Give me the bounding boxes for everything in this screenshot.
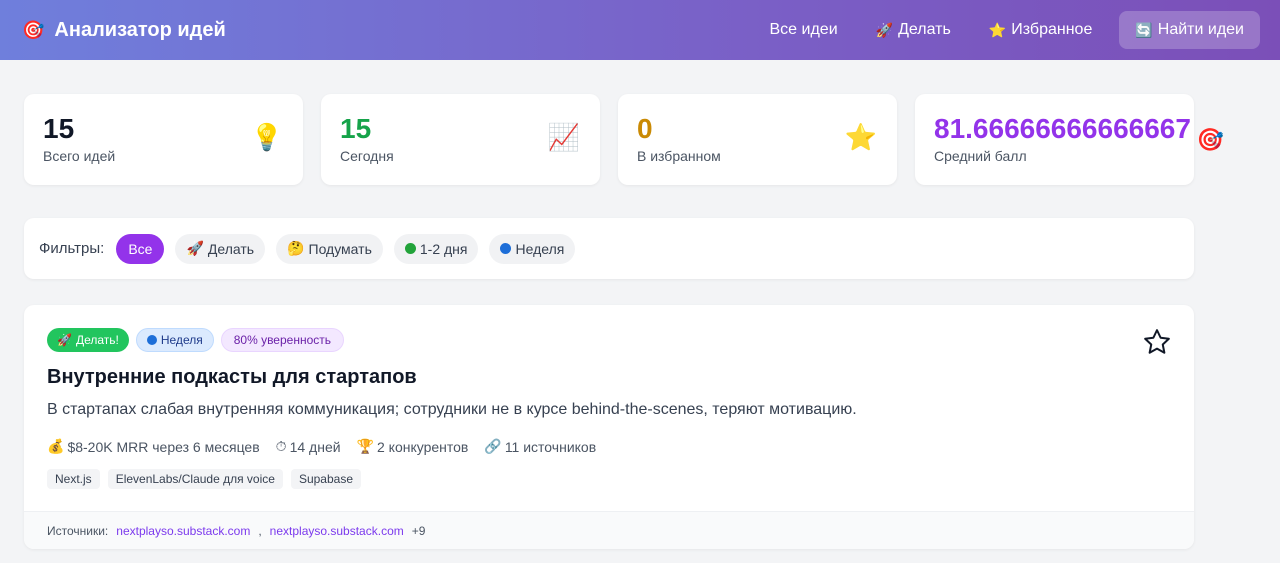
more-sources-count[interactable]: +9 — [412, 524, 426, 538]
nav-label: Избранное — [1011, 21, 1093, 38]
timer-icon: ⏱ — [275, 438, 287, 454]
nav-all-ideas[interactable]: Все идеи — [751, 11, 857, 49]
nav-label: Делать — [898, 21, 951, 38]
tag-label: 80% уверенность — [233, 333, 332, 347]
metric-label: 11 источников — [504, 438, 597, 455]
target-icon: 🎯 — [1196, 127, 1224, 152]
nav-label: Все идеи — [769, 21, 838, 38]
chip-label: Делать — [207, 240, 255, 257]
chip-label: 1-2 дня — [419, 240, 468, 257]
stat-average-score: 81.66666666666667 Средний балл 🎯 — [915, 94, 1224, 185]
find-ideas-button[interactable]: 🔄 Найти идеи — [1119, 11, 1260, 49]
stat-favorites: 0 В избранном ⭐ — [618, 94, 897, 185]
stat-label: Сегодня — [340, 148, 394, 164]
blue-dot-icon — [146, 335, 157, 345]
filter-all[interactable]: Все — [116, 233, 165, 264]
filter-do[interactable]: 🚀 Делать — [175, 233, 266, 264]
tech-badge: ElevenLabs/Claude для voice — [107, 469, 283, 489]
link-icon: 🔗 — [484, 438, 502, 454]
tag-week: Неделя — [135, 328, 214, 352]
rocket-icon: 🚀 — [57, 333, 72, 347]
filter-week[interactable]: Неделя — [489, 233, 576, 264]
chart-up-icon: 📈 — [547, 122, 580, 152]
stats-row: 15 Всего идей 💡 15 Сегодня 📈 0 В избранн… — [24, 94, 1224, 185]
source-link[interactable]: nextplayso.substack.com — [116, 524, 250, 538]
app-title: Анализатор идей — [54, 18, 226, 41]
main-nav: Все идеи 🚀 Делать ⭐ Избранное 🔄 Найти ид… — [751, 11, 1260, 49]
refresh-icon: 🔄 — [1135, 21, 1153, 38]
tech-badge: Supabase — [290, 469, 361, 489]
app-header: 🎯 Анализатор идей Все идеи 🚀 Делать ⭐ Из… — [0, 0, 1280, 60]
stat-label: Всего идей — [43, 148, 116, 164]
source-separator: , — [258, 523, 262, 538]
chip-label: Все — [128, 240, 153, 257]
filter-1-2-days[interactable]: 1-2 дня — [393, 233, 479, 264]
tag-label: Делать! — [75, 333, 119, 347]
idea-metrics: 💰 $8-20K MRR через 6 месяцев ⏱ 14 дней 🏆… — [47, 438, 596, 455]
source-link[interactable]: nextplayso.substack.com — [270, 524, 404, 538]
idea-description: В стартапах слабая внутренняя коммуникац… — [47, 401, 857, 418]
green-dot-icon — [404, 243, 416, 254]
stat-label: В избранном — [637, 148, 721, 164]
chip-label: Подумать — [308, 240, 372, 257]
metric-label: 14 дней — [289, 438, 341, 455]
metric-duration: ⏱ 14 дней — [276, 438, 341, 455]
stat-value: 81.66666666666667 — [934, 113, 1191, 144]
filters-label: Фильтры: — [39, 240, 105, 257]
metric-label: 2 конкурентов — [376, 438, 469, 455]
chip-label: Неделя — [515, 240, 565, 257]
metric-revenue: 💰 $8-20K MRR через 6 месяцев — [47, 438, 260, 455]
rocket-icon: 🚀 — [875, 21, 894, 38]
lightbulb-icon: 💡 — [250, 122, 283, 152]
sources-footer: Источники: nextplayso.substack.com , nex… — [24, 511, 1194, 549]
rocket-icon: 🚀 — [186, 240, 204, 256]
filter-think[interactable]: 🤔 Подумать — [276, 233, 383, 264]
star-outline-icon — [1144, 329, 1170, 354]
blue-dot-icon — [500, 243, 512, 254]
favorite-star-button[interactable] — [1142, 327, 1172, 357]
stat-label: Средний балл — [934, 148, 1027, 164]
star-icon: ⭐ — [988, 21, 1007, 38]
filters-bar: Фильтры: Все 🚀 Делать 🤔 Подумать 1-2 дня… — [24, 218, 1194, 279]
metric-sources: 🔗 11 источников — [484, 438, 596, 455]
star-icon: ⭐ — [844, 122, 877, 152]
stat-total-ideas: 15 Всего идей 💡 — [24, 94, 303, 185]
tech-badge: Next.js — [47, 469, 100, 489]
idea-tags: 🚀 Делать! Неделя 80% уверенность — [47, 328, 345, 352]
stat-value: 15 — [340, 113, 372, 144]
brand[interactable]: 🎯 Анализатор идей — [22, 19, 226, 42]
metric-label: $8-20K MRR через 6 месяцев — [67, 438, 260, 455]
money-bag-icon: 💰 — [47, 438, 65, 454]
nav-do[interactable]: 🚀 Делать — [857, 11, 970, 49]
target-icon: 🎯 — [22, 19, 45, 40]
idea-card[interactable]: 🚀 Делать! Неделя 80% уверенность Внутрен… — [24, 305, 1194, 549]
tag-label: Неделя — [160, 333, 203, 347]
tag-do: 🚀 Делать! — [47, 328, 129, 352]
idea-title[interactable]: Внутренние подкасты для стартапов — [47, 366, 417, 389]
stat-today: 15 Сегодня 📈 — [321, 94, 600, 185]
tech-stack: Next.js ElevenLabs/Claude для voice Supa… — [47, 469, 361, 489]
metric-competitors: 🏆 2 конкурентов — [357, 438, 469, 455]
stat-value: 0 — [637, 113, 653, 144]
sources-label: Источники: — [47, 523, 109, 538]
stat-value: 15 — [43, 113, 75, 144]
nav-label: Найти идеи — [1157, 21, 1244, 38]
nav-favorites[interactable]: ⭐ Избранное — [970, 11, 1112, 49]
tag-confidence: 80% уверенность — [220, 328, 345, 352]
trophy-icon: 🏆 — [356, 438, 374, 454]
thinking-face-icon: 🤔 — [287, 240, 305, 256]
